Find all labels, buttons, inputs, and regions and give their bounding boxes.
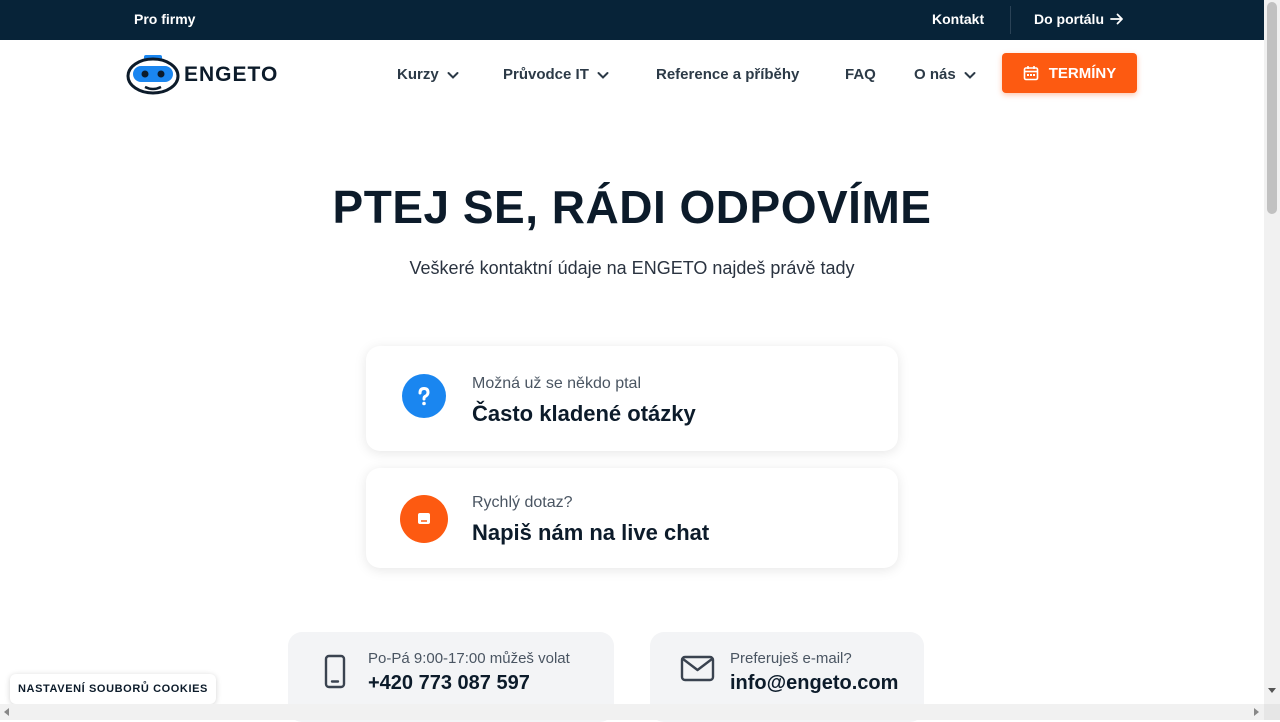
nav-item-pruvodce-it[interactable]: Průvodce IT (503, 66, 611, 83)
nav-label: FAQ (845, 66, 876, 83)
chevron-down-icon (964, 71, 976, 79)
page-subtitle: Veškeré kontaktní údaje na ENGETO najdeš… (409, 258, 855, 278)
nav-label: O nás (914, 66, 956, 83)
vertical-scrollbar[interactable] (1264, 0, 1280, 704)
email-caption: Preferuješ e-mail? (730, 650, 852, 667)
question-icon (402, 374, 446, 418)
scrollbar-corner (1264, 704, 1280, 720)
scroll-left-arrow-icon[interactable] (4, 708, 9, 716)
scroll-down-arrow-icon[interactable] (1268, 688, 1276, 693)
nav-item-kurzy[interactable]: Kurzy (397, 66, 461, 83)
nav-item-reference[interactable]: Reference a příběhy (656, 66, 799, 83)
scroll-right-arrow-icon[interactable] (1254, 708, 1259, 716)
vertical-scrollbar-thumb[interactable] (1267, 2, 1277, 214)
phone-icon (324, 654, 346, 689)
kontakt-link[interactable]: Kontakt (932, 11, 984, 27)
horizontal-scrollbar[interactable] (0, 704, 1264, 720)
live-chat-card[interactable]: Rychlý dotaz? Napiš nám na live chat (366, 468, 898, 568)
do-portalu-link[interactable]: Do portálu (1034, 11, 1124, 27)
arrow-right-icon (1110, 13, 1123, 25)
topbar-divider (1010, 6, 1011, 34)
live-chat-caption: Rychlý dotaz? (472, 494, 573, 511)
envelope-icon (680, 655, 715, 682)
robot-logo-icon (126, 55, 180, 95)
email-address[interactable]: info@engeto.com (730, 672, 898, 695)
phone-number[interactable]: +420 773 087 597 (368, 672, 530, 695)
page-title: PTEJ SE, RÁDI ODPOVÍME (332, 181, 932, 233)
engeto-logo[interactable]: ENGETO (126, 54, 278, 96)
terminy-label: TERMÍNY (1048, 64, 1117, 82)
pro-firmy-link[interactable]: Pro firmy (134, 11, 195, 27)
nav-label: Průvodce IT (503, 66, 589, 83)
cookie-settings-button[interactable]: NASTAVENÍ SOUBORŮ COOKIES (10, 674, 216, 704)
chevron-down-icon (447, 71, 459, 79)
faq-card-title: Často kladené otázky (472, 401, 696, 426)
nav-label: Reference a příběhy (656, 66, 800, 83)
terminy-button[interactable]: TERMÍNY (1002, 53, 1137, 93)
faq-card[interactable]: Možná už se někdo ptal Často kladené otá… (366, 346, 898, 451)
phone-caption: Po-Pá 9:00-17:00 můžeš volat (368, 650, 570, 667)
calendar-icon (1023, 66, 1039, 81)
nav-item-faq[interactable]: FAQ (845, 66, 876, 83)
nav-label: Kurzy (397, 66, 439, 83)
do-portalu-label: Do portálu (1034, 11, 1104, 27)
live-chat-title: Napiš nám na live chat (472, 520, 710, 545)
top-bar: Pro firmy Kontakt Do portálu (0, 0, 1264, 40)
faq-card-caption: Možná už se někdo ptal (472, 375, 641, 392)
logo-text: ENGETO (184, 63, 279, 86)
chat-icon (400, 495, 448, 543)
chevron-down-icon (597, 71, 609, 79)
nav-item-o-nas[interactable]: O nás (914, 66, 978, 83)
